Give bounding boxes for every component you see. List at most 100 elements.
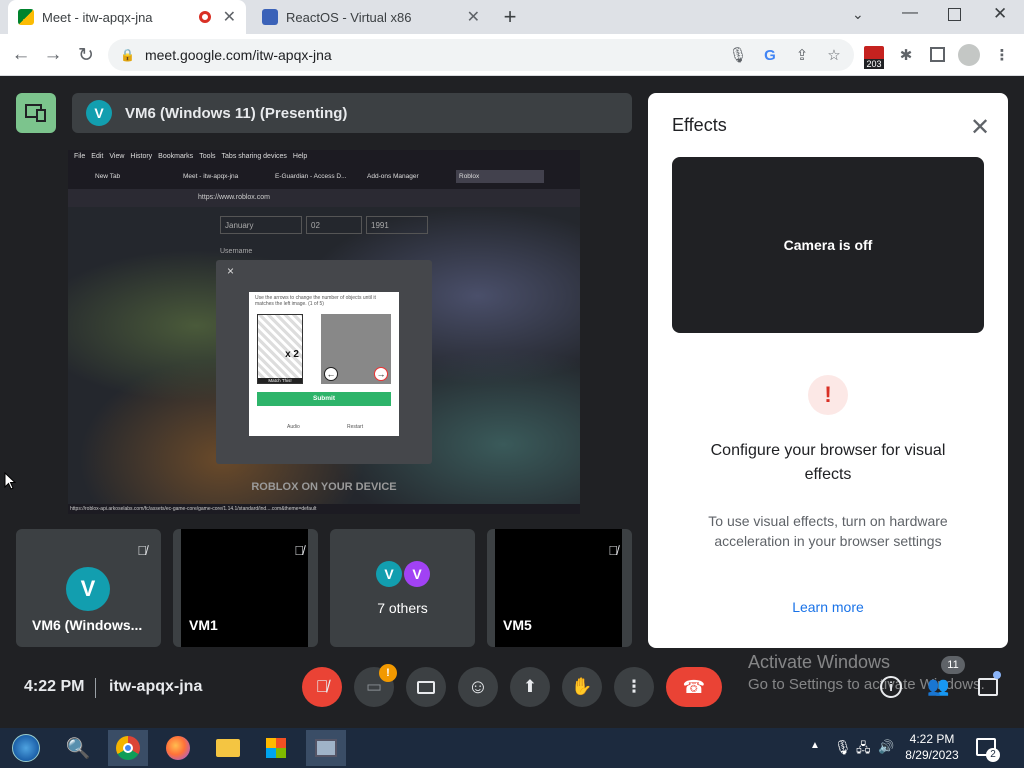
- ss-captcha-right-image: ← →: [321, 314, 391, 384]
- extension-calendar-icon[interactable]: 203: [864, 46, 884, 69]
- raise-hand-button[interactable]: ✋: [562, 667, 602, 707]
- close-icon[interactable]: ✕: [966, 113, 994, 141]
- ss-captcha-modal: × Use the arrows to change the number of…: [216, 260, 432, 464]
- captions-icon: [417, 680, 435, 694]
- side-panel-icon[interactable]: [930, 47, 945, 62]
- participant-tile-vm5[interactable]: 🎙̸ VM5: [487, 529, 632, 647]
- camera-off-icon: ▭: [365, 677, 383, 696]
- ss-tab-active: Roblox: [456, 169, 544, 183]
- meeting-code: itw-apqx-jna: [109, 678, 203, 695]
- recording-icon: [198, 11, 211, 23]
- reload-icon[interactable]: ↻: [73, 42, 99, 68]
- extension-badge: 203: [864, 59, 884, 69]
- google-icon[interactable]: G: [760, 45, 780, 65]
- ss-arrow-right-icon: →: [374, 367, 388, 381]
- ss-year-select: 1991: [366, 216, 428, 234]
- effects-title: Effects: [672, 115, 727, 135]
- show-hidden-icons[interactable]: ▲: [810, 740, 820, 751]
- taskbar-clock[interactable]: 4:22 PM 8/29/2023: [894, 731, 970, 763]
- vm-taskbar-icon[interactable]: [306, 730, 346, 766]
- search-icon[interactable]: 🔍: [58, 730, 98, 766]
- windows-logo-icon: [12, 734, 40, 762]
- activate-windows-title: Activate Windows: [748, 652, 891, 672]
- back-icon[interactable]: ←: [8, 42, 34, 68]
- mic-off-icon: 🎙̸: [608, 543, 618, 558]
- share-icon[interactable]: ⇪: [792, 45, 812, 65]
- meeting-details-icon[interactable]: i: [880, 676, 902, 698]
- camera-preview: Camera is off: [672, 157, 984, 333]
- captions-button[interactable]: [406, 667, 446, 707]
- window-close-icon[interactable]: ✕: [993, 4, 1007, 24]
- tab-close-icon[interactable]: ✕: [223, 7, 236, 27]
- end-call-button[interactable]: ☎: [666, 667, 722, 707]
- present-button[interactable]: ⬆: [510, 667, 550, 707]
- ss-captcha-match: Match This!: [258, 378, 302, 383]
- ss-arrow-left-icon: ←: [324, 367, 338, 381]
- ss-audio-link: Audio: [287, 424, 300, 430]
- ss-menu-item: History: [130, 153, 153, 160]
- ss-captcha-card: Use the arrows to change the number of o…: [249, 292, 399, 436]
- learn-more-link[interactable]: Learn more: [648, 599, 1008, 615]
- ss-urlbar: https://www.roblox.com: [68, 189, 580, 207]
- tab-search-icon[interactable]: ⌄: [852, 6, 864, 23]
- effects-heading: Configure your browser for visual effect…: [710, 442, 946, 483]
- participant-count-badge: 11: [941, 656, 965, 674]
- network-icon[interactable]: 🖧: [856, 739, 871, 761]
- extensions-puzzle-icon[interactable]: ✱: [896, 45, 916, 65]
- emoji-button[interactable]: ☺: [458, 667, 498, 707]
- firefox-taskbar-icon[interactable]: [158, 730, 198, 766]
- store-icon: [266, 738, 286, 758]
- firefox-icon: [166, 736, 190, 760]
- volume-icon[interactable]: 🔊: [878, 739, 894, 755]
- camera-toggle-button[interactable]: ▭ !: [354, 664, 397, 707]
- mic-toggle-button[interactable]: 🎙̸: [302, 667, 342, 707]
- participant-tile-vm1[interactable]: 🎙̸ VM1: [173, 529, 318, 647]
- bookmark-star-icon[interactable]: ☆: [824, 45, 844, 65]
- more-options-button[interactable]: ⋮: [614, 667, 654, 707]
- folder-icon: [216, 739, 240, 757]
- presentation-icon[interactable]: [16, 93, 56, 133]
- explorer-taskbar-icon[interactable]: [208, 730, 248, 766]
- participant-name: VM5: [503, 617, 532, 633]
- tab-reactos[interactable]: ReactOS - Virtual x86 ✕: [252, 0, 490, 34]
- ss-tab: New Tab: [95, 172, 121, 180]
- participant-tile-vm6[interactable]: 🎙̸ V VM6 (Windows...: [16, 529, 161, 647]
- microphone-icon[interactable]: 🎙: [728, 45, 748, 65]
- ss-menu-item: Edit: [91, 153, 104, 160]
- start-button[interactable]: [6, 730, 46, 766]
- ss-month-select: January: [220, 216, 302, 234]
- participant-tile-others[interactable]: V V 7 others: [330, 529, 475, 647]
- participant-avatar: V: [376, 561, 402, 587]
- restore-icon[interactable]: [948, 8, 961, 21]
- tab-meet-label: Meet - itw-apqx-jna: [42, 9, 153, 25]
- more-vert-icon: ⋮: [625, 677, 643, 696]
- tab-close-icon[interactable]: ✕: [467, 7, 480, 27]
- raise-hand-icon: ✋: [571, 677, 593, 696]
- shared-screen: File Edit View History Bookmarks Tools T…: [68, 150, 580, 514]
- minimize-icon[interactable]: —: [902, 4, 918, 22]
- ss-menu-item: View: [109, 153, 125, 160]
- mic-off-icon: 🎙̸: [315, 677, 329, 696]
- tab-reactos-label: ReactOS - Virtual x86: [286, 9, 412, 25]
- tab-meet[interactable]: Meet - itw-apqx-jna ✕: [8, 0, 246, 34]
- camera-alert-icon: !: [379, 664, 397, 682]
- new-tab-icon[interactable]: +: [498, 4, 522, 30]
- camera-status: Camera is off: [783, 237, 873, 253]
- chrome-icon: [116, 736, 140, 760]
- kebab-menu-icon[interactable]: ⋮: [992, 45, 1012, 65]
- ss-menu-item: Bookmarks: [158, 153, 194, 160]
- ss-submit-button: Submit: [257, 392, 391, 406]
- mic-off-icon: 🎙̸: [294, 543, 304, 558]
- store-taskbar-icon[interactable]: [256, 730, 296, 766]
- ss-captcha-instruction: Use the arrows to change the number of o…: [255, 295, 376, 307]
- chrome-taskbar-icon[interactable]: [108, 730, 148, 766]
- divider: [95, 678, 96, 698]
- forward-icon[interactable]: →: [40, 42, 66, 68]
- participant-name: VM1: [189, 617, 218, 633]
- lock-icon: 🔒: [120, 48, 135, 62]
- people-icon[interactable]: 👥: [927, 676, 949, 697]
- ss-restart-link: Restart: [347, 424, 364, 430]
- microphone-tray-icon[interactable]: 🎙: [834, 739, 852, 756]
- chat-icon[interactable]: [978, 678, 998, 696]
- profile-icon[interactable]: [958, 44, 980, 66]
